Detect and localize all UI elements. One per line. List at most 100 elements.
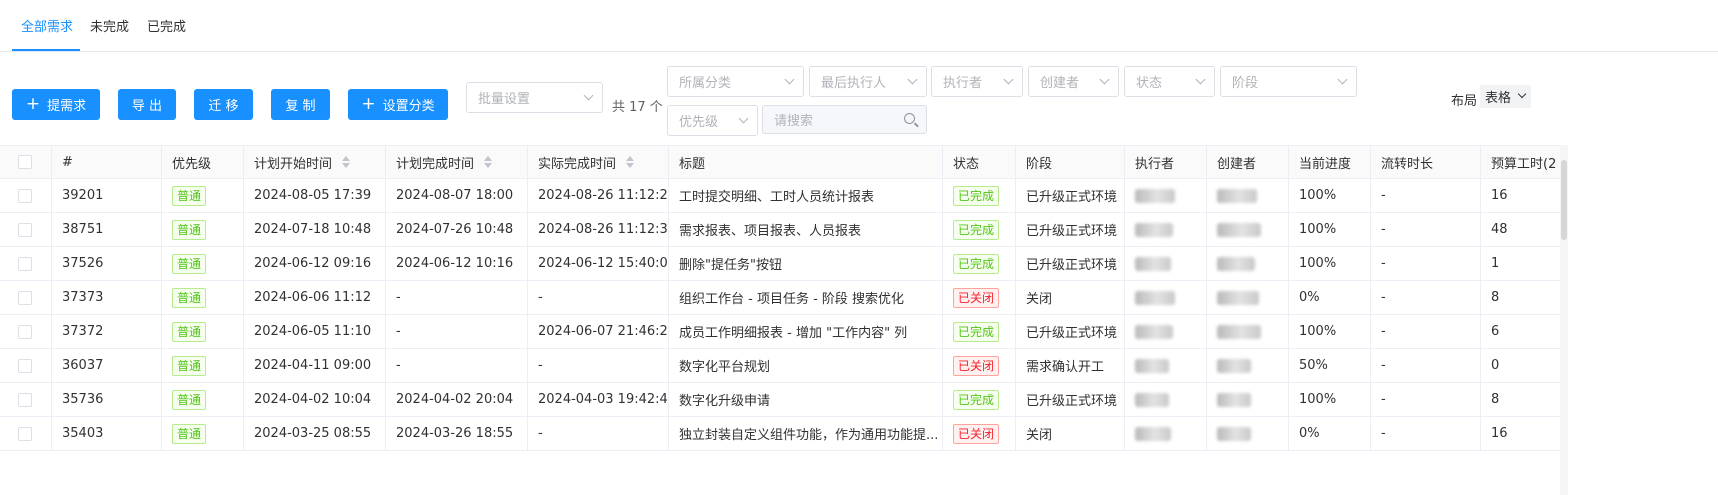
redacted-name bbox=[1217, 222, 1261, 237]
priority-filter[interactable]: 优先级 bbox=[667, 105, 758, 136]
table-row[interactable]: 39201 普通 2024-08-05 17:39 2024-08-07 18:00 2… bbox=[0, 179, 1560, 213]
export-button[interactable]: 导 出 bbox=[118, 89, 176, 120]
cell-title[interactable]: 删除"提任务"按钮 bbox=[669, 247, 943, 280]
cell-stage: 已升级正式环境 bbox=[1016, 213, 1125, 246]
col-id: # bbox=[52, 146, 162, 178]
cell-title[interactable]: 工时提交明细、工时人员统计报表 bbox=[669, 179, 943, 212]
cell-executor bbox=[1125, 213, 1207, 246]
row-checkbox[interactable] bbox=[18, 290, 32, 305]
table-row[interactable]: 37372 普通 2024-06-05 11:10-2024-06-07 21:46… bbox=[0, 315, 1560, 349]
sort-icon[interactable] bbox=[484, 156, 493, 168]
row-select-cell[interactable] bbox=[0, 315, 52, 348]
cell-stage: 已升级正式环境 bbox=[1016, 179, 1125, 212]
row-select-cell[interactable] bbox=[0, 179, 52, 212]
cell-title[interactable]: 数字化升级申请 bbox=[669, 383, 943, 416]
cell-budget-hours: 1 bbox=[1491, 256, 1500, 271]
redacted-name bbox=[1217, 426, 1251, 441]
search-input[interactable]: 请搜索 bbox=[762, 105, 927, 134]
sort-icon[interactable] bbox=[342, 156, 351, 168]
row-checkbox[interactable] bbox=[18, 426, 32, 441]
col-flow-duration: 流转时长 bbox=[1371, 146, 1481, 178]
category-filter[interactable]: 所属分类 bbox=[667, 66, 804, 97]
stage-filter[interactable]: 阶段 bbox=[1220, 66, 1357, 97]
cell-stage: 已升级正式环境 bbox=[1016, 383, 1125, 416]
col-plan-start[interactable]: 计划开始时间 bbox=[244, 146, 386, 178]
cell-status: 已关闭 bbox=[943, 417, 1016, 450]
table-row[interactable]: 38751 普通 2024-07-18 10:48 2024-07-26 10:48 2… bbox=[0, 213, 1560, 247]
row-checkbox[interactable] bbox=[18, 256, 32, 271]
cell-executor bbox=[1125, 179, 1207, 212]
set-category-button[interactable]: + 设置分类 bbox=[348, 89, 448, 120]
row-checkbox[interactable] bbox=[18, 222, 32, 237]
cell-flow-duration: - bbox=[1371, 417, 1481, 450]
cell-title[interactable]: 数字化平台规划 bbox=[669, 349, 943, 382]
cell-plan-start: 2024-06-06 11:12 bbox=[244, 281, 386, 314]
table-row[interactable]: 37373 普通 2024-06-06 11:12- - 组织工作台 - 项目任务 - … bbox=[0, 281, 1560, 315]
row-select-cell[interactable] bbox=[0, 417, 52, 450]
col-budget-hours: 预算工时(2 bbox=[1491, 156, 1557, 172]
table-row[interactable]: 35736 普通 2024-04-02 10:04 2024-04-02 20:04 2… bbox=[0, 383, 1560, 417]
row-checkbox[interactable] bbox=[18, 358, 32, 373]
col-actual-end[interactable]: 实际完成时间 bbox=[528, 146, 669, 178]
select-all-cell[interactable] bbox=[0, 146, 52, 178]
cell-flow-duration: - bbox=[1371, 247, 1481, 280]
cell-progress: 100% bbox=[1289, 213, 1371, 246]
tab-bar: 全部需求 未完成 已完成 bbox=[0, 0, 1718, 52]
table-row[interactable]: 35403 普通 2024-03-25 08:55 2024-03-26 18:55-… bbox=[0, 417, 1560, 451]
row-select-cell[interactable] bbox=[0, 349, 52, 382]
cell-priority: 普通 bbox=[162, 417, 244, 450]
redacted-name bbox=[1217, 358, 1251, 373]
cell-progress: 0% bbox=[1289, 281, 1371, 314]
cell-executor bbox=[1125, 349, 1207, 382]
cell-id: 37526 bbox=[52, 247, 162, 280]
add-requirement-button[interactable]: + 提需求 bbox=[12, 89, 100, 120]
tab-complete[interactable]: 已完成 bbox=[147, 16, 186, 35]
row-select-cell[interactable] bbox=[0, 383, 52, 416]
layout-select[interactable]: 表格 bbox=[1480, 85, 1531, 108]
cell-actual-end: 2024-08-26 11:12:24 bbox=[528, 179, 669, 212]
status-badge: 已关闭 bbox=[953, 355, 1000, 376]
table-row[interactable]: 37526 普通 2024-06-12 09:16 2024-06-12 10:16 2… bbox=[0, 247, 1560, 281]
cell-id: 37372 bbox=[52, 315, 162, 348]
cell-status: 已关闭 bbox=[943, 281, 1016, 314]
row-checkbox[interactable] bbox=[18, 392, 32, 407]
sort-icon[interactable] bbox=[626, 156, 635, 168]
col-priority: 优先级 bbox=[162, 146, 244, 178]
table-row[interactable]: 36037 普通 2024-04-11 09:00- - 数字化平台规划 已关闭 需求确认开… bbox=[0, 349, 1560, 383]
status-badge: 已完成 bbox=[953, 321, 1000, 342]
row-select-cell[interactable] bbox=[0, 213, 52, 246]
last-executor-filter[interactable]: 最后执行人 bbox=[809, 66, 927, 97]
layout-label: 布局 bbox=[1451, 94, 1478, 109]
cell-title[interactable]: 组织工作台 - 项目任务 - 阶段 搜索优化 bbox=[669, 281, 943, 314]
chevron-down-icon bbox=[1003, 74, 1014, 85]
chevron-down-icon bbox=[1337, 74, 1348, 85]
row-select-cell[interactable] bbox=[0, 247, 52, 280]
select-all-checkbox[interactable] bbox=[18, 155, 32, 169]
cell-status: 已完成 bbox=[943, 247, 1016, 280]
cell-creator bbox=[1207, 179, 1289, 212]
cell-flow-duration: - bbox=[1371, 383, 1481, 416]
tab-incomplete[interactable]: 未完成 bbox=[90, 16, 129, 35]
tab-all[interactable]: 全部需求 bbox=[21, 16, 73, 35]
col-plan-end[interactable]: 计划完成时间 bbox=[386, 146, 528, 178]
migrate-button[interactable]: 迁 移 bbox=[194, 89, 253, 120]
cell-stage: 关闭 bbox=[1016, 281, 1125, 314]
executor-filter[interactable]: 执行者 bbox=[931, 66, 1023, 97]
cell-stage: 已升级正式环境 bbox=[1016, 247, 1125, 280]
status-filter[interactable]: 状态 bbox=[1124, 66, 1215, 97]
row-select-cell[interactable] bbox=[0, 281, 52, 314]
table-header: # 优先级 计划开始时间 计划完成时间 实际完成时间 标题 状态 阶段 执行者 … bbox=[0, 146, 1560, 179]
batch-settings-select[interactable]: 批量设置 bbox=[466, 82, 603, 113]
row-checkbox[interactable] bbox=[18, 324, 32, 339]
row-checkbox[interactable] bbox=[18, 188, 32, 203]
copy-button[interactable]: 复 制 bbox=[271, 89, 330, 120]
cell-title[interactable]: 独立封装自定义组件功能，作为通用功能提... bbox=[669, 417, 943, 450]
cell-plan-start: 2024-06-05 11:10 bbox=[244, 315, 386, 348]
cell-title[interactable]: 成员工作明细报表 - 增加 "工作内容" 列 bbox=[669, 315, 943, 348]
cell-progress: 100% bbox=[1289, 247, 1371, 280]
table-scrollbar-thumb[interactable] bbox=[1561, 160, 1567, 240]
cell-title[interactable]: 需求报表、项目报表、人员报表 bbox=[669, 213, 943, 246]
creator-filter[interactable]: 创建者 bbox=[1028, 66, 1119, 97]
cell-actual-end: - bbox=[528, 281, 669, 314]
cell-priority: 普通 bbox=[162, 383, 244, 416]
